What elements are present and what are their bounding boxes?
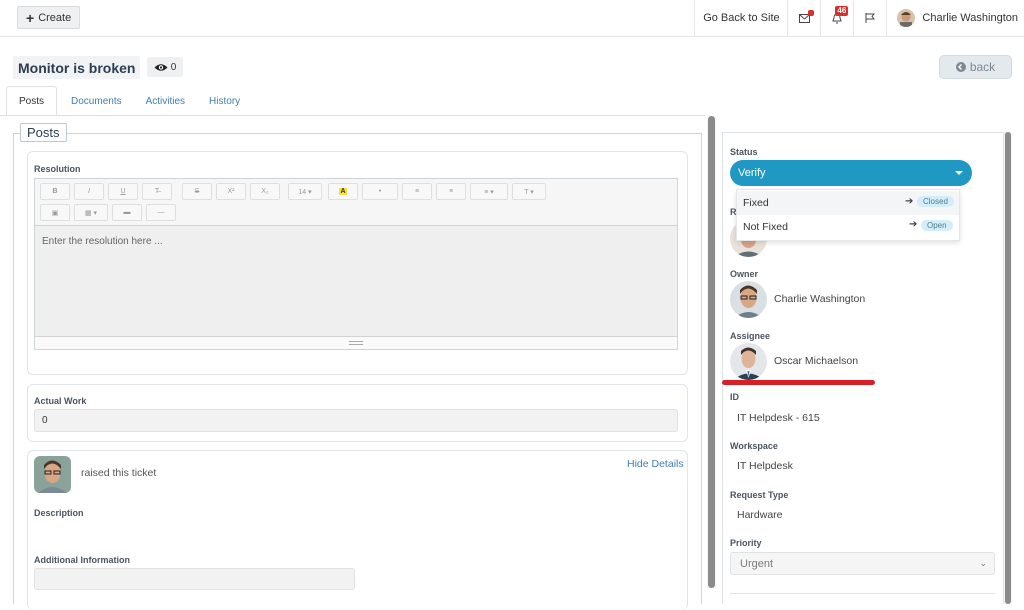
italic-button[interactable]: I — [74, 183, 104, 200]
insert-image-button[interactable]: ▣ — [40, 204, 70, 221]
go-back-label: Go Back to Site — [703, 12, 780, 24]
top-bar: + Create Go Back to Site 46 Charlie Wash… — [0, 0, 1024, 37]
side-scrollbar[interactable] — [1004, 132, 1012, 604]
ordered-list-button[interactable]: ≡ — [436, 183, 466, 200]
avatar — [34, 456, 71, 493]
priority-label: Priority — [730, 538, 762, 548]
font-size-select[interactable]: 14 ▾ — [288, 183, 322, 200]
chevron-down-icon: ⌄ — [979, 558, 987, 568]
annotation-underline — [722, 380, 875, 385]
raised-text: raised this ticket — [81, 467, 157, 479]
arrow-right-icon: ➔ — [909, 219, 918, 230]
avatar — [730, 343, 767, 380]
editor-toolbar: B I U T̶ S X² X₂ 14 ▾ A • ≡ ≡ ≡ ▾ T ▾ ▣ … — [35, 179, 677, 226]
workspace-value: IT Helpdesk — [737, 460, 793, 472]
text-style-select[interactable]: T ▾ — [512, 183, 546, 200]
actual-work-field[interactable]: 0 — [34, 409, 678, 432]
priority-select[interactable]: Urgent ⌄ — [730, 552, 995, 575]
flag-icon — [865, 13, 876, 23]
posts-legend: Posts — [20, 123, 67, 142]
back-label: back — [969, 60, 996, 74]
owner-name: Charlie Washington — [774, 293, 866, 305]
notifications-button[interactable]: 46 — [820, 0, 853, 36]
notification-count-badge: 46 — [835, 6, 849, 16]
status-badge: Closed — [917, 196, 954, 207]
hide-details-link[interactable]: Hide Details — [627, 458, 684, 470]
highlight-icon: A — [339, 188, 347, 195]
mail-badge — [808, 10, 815, 16]
insert-media-button[interactable]: ▬ — [112, 204, 142, 221]
resolution-textarea[interactable]: Enter the resolution here ... — [35, 226, 677, 336]
request-type-value: Hardware — [737, 509, 783, 521]
tab-activities[interactable]: Activities — [134, 86, 197, 116]
editor-resize-handle[interactable] — [35, 336, 677, 349]
horizontal-rule-button[interactable]: — — [146, 204, 176, 221]
plus-icon: + — [26, 9, 35, 26]
description-label: Description — [34, 508, 84, 518]
resolution-editor: B I U T̶ S X² X₂ 14 ▾ A • ≡ ≡ ≡ ▾ T ▾ ▣ … — [34, 178, 678, 350]
underline-button[interactable]: U — [108, 183, 138, 200]
arrow-right-icon: ➔ — [905, 196, 914, 207]
status-label: Status — [730, 147, 758, 157]
grip-icon — [349, 341, 363, 345]
priority-value: Urgent — [740, 557, 774, 570]
unordered-list-button[interactable]: ≡ — [402, 183, 432, 200]
create-label: Create — [38, 11, 72, 24]
additional-information-field[interactable] — [34, 568, 355, 590]
main-scrollbar[interactable] — [707, 116, 716, 588]
actual-work-label: Actual Work — [34, 396, 87, 406]
assignee-label: Assignee — [730, 331, 771, 341]
status-badge: Open — [921, 220, 953, 231]
insert-table-button[interactable]: ▦ ▾ — [74, 204, 108, 221]
mail-button[interactable] — [787, 0, 820, 36]
scroll-thumb[interactable] — [708, 116, 715, 588]
tab-bar: Posts Documents Activities History — [0, 86, 700, 116]
tabs-divider — [0, 115, 705, 116]
go-back-to-site-link[interactable]: Go Back to Site — [694, 0, 787, 36]
back-circle-icon — [955, 62, 966, 72]
divider — [730, 593, 995, 594]
back-button[interactable]: back — [939, 55, 1012, 79]
flag-button[interactable] — [853, 0, 886, 36]
caret-down-icon — [955, 171, 963, 175]
clear-format-button[interactable]: T̶ — [142, 183, 172, 200]
status-value: Verify — [738, 167, 766, 179]
option-label: Not Fixed — [743, 221, 788, 233]
tab-history[interactable]: History — [197, 86, 252, 116]
status-select[interactable]: Verify — [730, 160, 972, 186]
id-value: IT Helpdesk - 615 — [737, 412, 820, 424]
avatar — [730, 281, 767, 318]
tab-documents[interactable]: Documents — [57, 86, 134, 116]
tab-posts[interactable]: Posts — [6, 86, 58, 116]
bold-button[interactable]: B — [40, 183, 70, 200]
user-menu[interactable]: Charlie Washington — [886, 0, 1024, 36]
avatar — [897, 9, 916, 27]
align-select[interactable]: ≡ ▾ — [470, 183, 508, 200]
watch-button[interactable]: 0 — [147, 57, 183, 77]
workspace-label: Workspace — [730, 441, 778, 451]
user-name: Charlie Washington — [922, 12, 1018, 24]
owner-label: Owner — [730, 269, 759, 279]
topbar-right: Go Back to Site 46 Charlie Washington — [694, 0, 1024, 36]
strikethrough-button[interactable]: S — [182, 183, 212, 200]
highlight-button[interactable]: A — [328, 183, 358, 200]
assignee-name: Oscar Michaelson — [774, 355, 859, 367]
page-title: Monitor is broken — [13, 56, 141, 79]
watch-count: 0 — [170, 61, 177, 73]
scroll-thumb[interactable] — [1005, 132, 1011, 604]
eye-icon — [154, 63, 168, 71]
id-label: ID — [730, 392, 739, 402]
subscript-button[interactable]: X₂ — [250, 183, 280, 200]
option-label: Fixed — [743, 197, 769, 209]
resolution-label: Resolution — [34, 164, 81, 174]
additional-information-label: Additional Information — [34, 555, 130, 565]
status-dropdown-menu: Fixed Not Fixed ➔ Closed ➔ Open — [736, 189, 960, 241]
request-type-label: Request Type — [730, 490, 789, 500]
create-button[interactable]: + Create — [17, 6, 81, 29]
color-picker-button[interactable]: • — [362, 183, 398, 200]
superscript-button[interactable]: X² — [216, 183, 246, 200]
